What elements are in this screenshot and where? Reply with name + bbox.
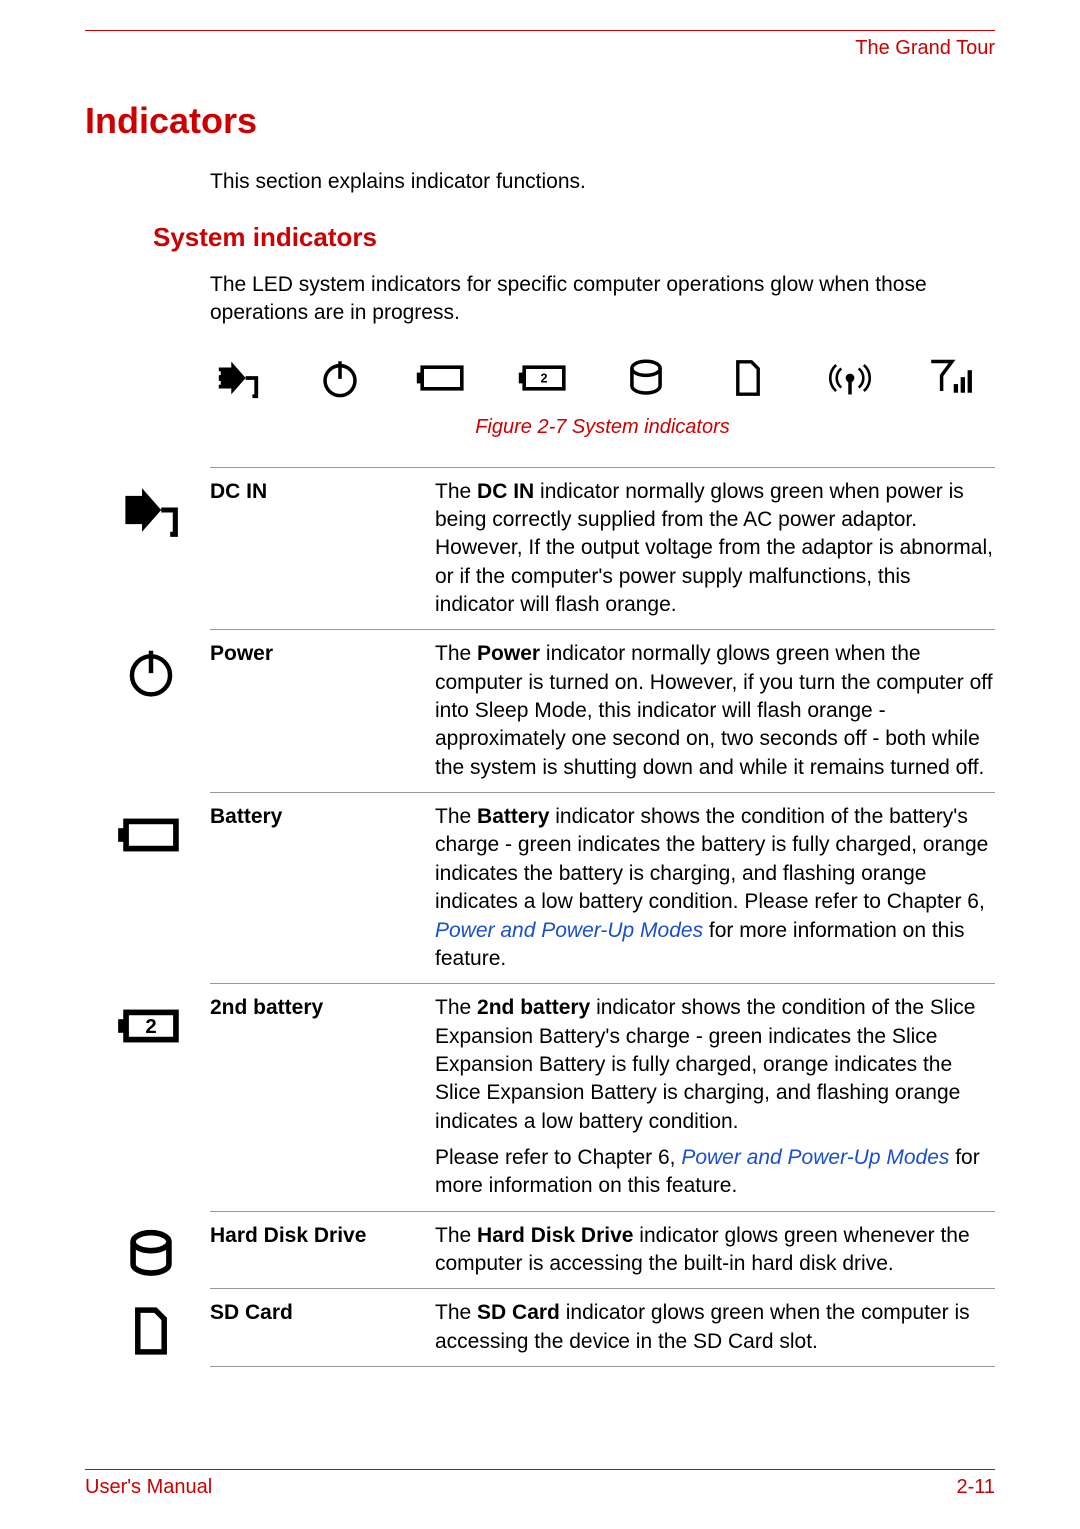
svg-text:2: 2 [145, 1016, 156, 1038]
svg-text:2: 2 [540, 371, 547, 385]
row-description: The Battery indicator shows the conditio… [435, 803, 995, 973]
footer-right: 2-11 [956, 1476, 995, 1499]
row-label: SD Card [210, 1299, 435, 1325]
link-power-modes[interactable]: Power and Power-Up Modes [681, 1146, 949, 1169]
page-footer: User's Manual 2-11 [85, 1469, 995, 1499]
row-description: The SD Card indicator glows green when t… [435, 1299, 995, 1356]
row-description: The Power indicator normally glows green… [435, 640, 995, 782]
dc-in-icon [210, 350, 266, 406]
power-icon [312, 350, 368, 406]
header-rule [85, 30, 995, 31]
link-power-modes[interactable]: Power and Power-Up Modes [435, 919, 703, 942]
dc-in-icon [115, 474, 187, 546]
row-sd-card: SD Card The SD Card indicator glows gree… [210, 1288, 995, 1367]
power-icon [115, 636, 187, 708]
heading-system-indicators: System indicators [153, 222, 995, 253]
icon-strip: 2 [210, 350, 995, 406]
footer-left: User's Manual [85, 1476, 212, 1499]
wireless-icon [822, 350, 878, 406]
header-section-title: The Grand Tour [85, 37, 995, 60]
bold-term: DC IN [477, 480, 534, 503]
bold-term: 2nd battery [477, 996, 590, 1019]
text: The [435, 480, 477, 503]
bold-term: Hard Disk Drive [477, 1224, 633, 1247]
row-hdd: Hard Disk Drive The Hard Disk Drive indi… [210, 1211, 995, 1289]
text: The [435, 642, 477, 665]
sd-card-icon [720, 350, 776, 406]
second-battery-icon: 2 [115, 990, 187, 1062]
system-indicators-intro: The LED system indicators for specific c… [210, 271, 995, 328]
bold-term: SD Card [477, 1301, 560, 1324]
row-power: Power The Power indicator normally glows… [210, 629, 995, 792]
row-second-battery: 2 2nd battery The 2nd battery indicator … [210, 983, 995, 1210]
row-description: The 2nd battery indicator shows the cond… [435, 994, 995, 1200]
battery-icon [115, 799, 187, 871]
text: The [435, 1224, 477, 1247]
row-description: The Hard Disk Drive indicator glows gree… [435, 1222, 995, 1279]
row-dc-in: DC IN The DC IN indicator normally glows… [210, 467, 995, 630]
intro-text: This section explains indicator function… [210, 170, 995, 194]
text: The [435, 1301, 477, 1324]
row-label: Battery [210, 803, 435, 829]
second-battery-icon: 2 [516, 350, 572, 406]
hdd-icon [618, 350, 674, 406]
sd-card-icon [115, 1295, 187, 1367]
bold-term: Power [477, 642, 540, 665]
signal-icon [924, 350, 980, 406]
battery-icon [414, 350, 470, 406]
row-label: Hard Disk Drive [210, 1222, 435, 1248]
hdd-icon [115, 1218, 187, 1290]
heading-indicators: Indicators [85, 100, 995, 142]
row-label: 2nd battery [210, 994, 435, 1020]
text: The [435, 805, 477, 828]
text: The [435, 996, 477, 1019]
figure-caption: Figure 2-7 System indicators [210, 416, 995, 439]
row-label: DC IN [210, 478, 435, 504]
text: Please refer to Chapter 6, [435, 1146, 681, 1169]
bold-term: Battery [477, 805, 549, 828]
row-label: Power [210, 640, 435, 666]
row-description: The DC IN indicator normally glows green… [435, 478, 995, 620]
row-battery: Battery The Battery indicator shows the … [210, 792, 995, 983]
